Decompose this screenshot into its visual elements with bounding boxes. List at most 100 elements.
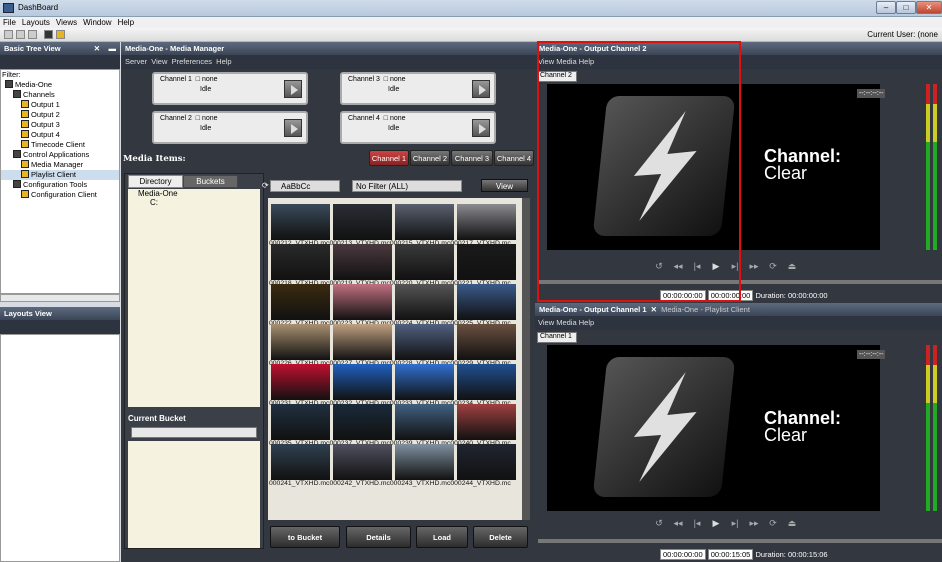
- close-button[interactable]: ✕: [916, 1, 942, 14]
- tab-buckets[interactable]: Buckets: [183, 175, 238, 188]
- tab-output1[interactable]: Media-One - Output Channel 1: [539, 305, 647, 314]
- o1-menu-media[interactable]: Media: [556, 318, 576, 327]
- media-thumbnail[interactable]: [457, 324, 516, 360]
- eject-icon[interactable]: ⏏: [785, 517, 799, 529]
- media-thumbnail[interactable]: [333, 404, 392, 440]
- tab-playlist-client[interactable]: Media-One - Playlist Client: [661, 305, 750, 314]
- channel-play-button[interactable]: [472, 119, 490, 137]
- media-thumbnail[interactable]: [395, 444, 454, 480]
- media-thumbnail[interactable]: [333, 204, 392, 240]
- media-thumbnail[interactable]: [457, 404, 516, 440]
- rewind-icon[interactable]: ◂◂: [671, 517, 685, 529]
- maximize-button[interactable]: □: [896, 1, 916, 14]
- media-label[interactable]: 000242_VTXHD.mc: [329, 480, 389, 487]
- media-thumbnail[interactable]: [395, 244, 454, 280]
- channel-play-button[interactable]: [284, 80, 302, 98]
- media-label[interactable]: 000241_VTXHD.mc: [269, 480, 329, 487]
- mm-menu-preferences[interactable]: Preferences: [172, 57, 212, 66]
- media-thumbnail[interactable]: [395, 404, 454, 440]
- play-icon[interactable]: ▶: [709, 517, 723, 529]
- eject-icon[interactable]: ⏏: [785, 260, 799, 272]
- channel-tab[interactable]: Channel 4: [494, 150, 534, 166]
- thumbnail-scrollbar[interactable]: [522, 198, 530, 520]
- channel-play-button[interactable]: [472, 80, 490, 98]
- tab-directory[interactable]: Directory: [128, 175, 183, 188]
- prev-icon[interactable]: |◂: [690, 517, 704, 529]
- refresh-icon[interactable]: [28, 30, 37, 39]
- tree-item[interactable]: Playlist Client: [1, 170, 119, 180]
- save-icon[interactable]: [4, 30, 13, 39]
- mm-menu-help[interactable]: Help: [216, 57, 231, 66]
- camera-icon[interactable]: [44, 30, 53, 39]
- media-thumbnail[interactable]: [333, 324, 392, 360]
- channel-tab[interactable]: Channel 2: [410, 150, 450, 166]
- tree-item[interactable]: Output 1: [1, 100, 119, 110]
- media-thumbnail[interactable]: [333, 284, 392, 320]
- media-thumbnail[interactable]: [333, 244, 392, 280]
- tree-scrollbar[interactable]: [0, 294, 120, 302]
- dir-media-one[interactable]: Media-One: [138, 189, 178, 198]
- channel-tab[interactable]: Channel 1: [369, 150, 409, 166]
- tree-item[interactable]: Timecode Client: [1, 140, 119, 150]
- recue-icon[interactable]: ⟳: [766, 260, 780, 272]
- tree-item[interactable]: Configuration Tools: [1, 180, 119, 190]
- save-as-icon[interactable]: [16, 30, 25, 39]
- tree-item[interactable]: Channels: [1, 90, 119, 100]
- tree-item[interactable]: Media-One: [1, 80, 119, 90]
- next-icon[interactable]: ▸|: [728, 517, 742, 529]
- loop-icon[interactable]: ↺: [652, 517, 666, 529]
- media-thumbnail[interactable]: [271, 204, 330, 240]
- media-thumbnail[interactable]: [395, 364, 454, 400]
- tree-item[interactable]: Output 4: [1, 130, 119, 140]
- details-button[interactable]: Details: [346, 526, 411, 548]
- menu-layouts[interactable]: Layouts: [19, 17, 53, 28]
- media-thumbnail[interactable]: [395, 284, 454, 320]
- media-thumbnail[interactable]: [271, 404, 330, 440]
- tc-out[interactable]: 00:00:15:05: [707, 549, 754, 560]
- media-thumbnail[interactable]: [271, 244, 330, 280]
- filter-select[interactable]: No Filter (ALL): [352, 180, 462, 192]
- media-thumbnail[interactable]: [271, 284, 330, 320]
- channel-play-button[interactable]: [284, 119, 302, 137]
- media-thumbnail[interactable]: [457, 364, 516, 400]
- load-button[interactable]: Load: [416, 526, 468, 548]
- tree-item[interactable]: Control Applications: [1, 150, 119, 160]
- refresh-icon[interactable]: ⟳: [262, 181, 269, 190]
- media-thumbnail[interactable]: [457, 444, 516, 480]
- tree-item[interactable]: Media Manager: [1, 160, 119, 170]
- media-thumbnail[interactable]: [271, 324, 330, 360]
- media-label[interactable]: 000244_VTXHD.mc: [450, 480, 510, 487]
- fastforward-icon[interactable]: ▸▸: [747, 517, 761, 529]
- delete-button[interactable]: Delete: [473, 526, 528, 548]
- mm-menu-server[interactable]: Server: [125, 57, 147, 66]
- view-button[interactable]: View: [481, 179, 528, 192]
- media-thumbnail[interactable]: [271, 444, 330, 480]
- output1-channel-select[interactable]: Channel 1: [537, 332, 577, 343]
- o1-menu-view[interactable]: View: [538, 318, 554, 327]
- media-thumbnail[interactable]: [395, 324, 454, 360]
- current-bucket-select[interactable]: [131, 427, 257, 438]
- tree-item[interactable]: Output 3: [1, 120, 119, 130]
- tree-item[interactable]: Output 2: [1, 110, 119, 120]
- media-thumbnail[interactable]: [457, 284, 516, 320]
- media-thumbnail[interactable]: [333, 364, 392, 400]
- media-thumbnail[interactable]: [333, 444, 392, 480]
- menu-file[interactable]: File: [0, 17, 19, 28]
- menu-help[interactable]: Help: [115, 17, 137, 28]
- output1-scrubber[interactable]: [538, 539, 942, 543]
- folder-icon[interactable]: [56, 30, 65, 39]
- channel-tab[interactable]: Channel 3: [451, 150, 493, 166]
- close-tab-icon[interactable]: ✕: [94, 42, 100, 55]
- media-thumbnail[interactable]: [457, 204, 516, 240]
- menu-window[interactable]: Window: [80, 17, 114, 28]
- media-thumbnail[interactable]: [271, 364, 330, 400]
- fastforward-icon[interactable]: ▸▸: [747, 260, 761, 272]
- media-thumbnail[interactable]: [457, 244, 516, 280]
- media-thumbnail[interactable]: [395, 204, 454, 240]
- tree-item[interactable]: Configuration Client: [1, 190, 119, 200]
- o1-menu-help[interactable]: Help: [579, 318, 594, 327]
- recue-icon[interactable]: ⟳: [766, 517, 780, 529]
- dir-c-drive[interactable]: C:: [150, 198, 158, 207]
- to-bucket-button[interactable]: to Bucket: [270, 526, 340, 548]
- mm-menu-view[interactable]: View: [151, 57, 167, 66]
